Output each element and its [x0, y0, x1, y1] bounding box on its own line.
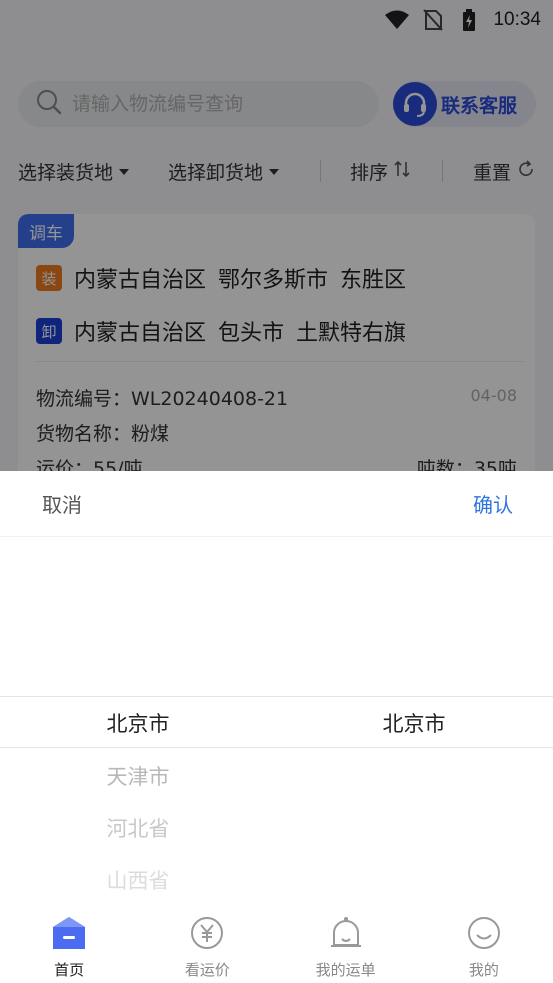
yuan-icon [189, 915, 225, 955]
tab-home-label: 首页 [54, 961, 85, 979]
tab-freight-rates[interactable]: 看运价 [138, 905, 276, 983]
tab-freight-rates-label: 看运价 [184, 961, 230, 979]
smile-icon [466, 915, 502, 955]
province-option-selected[interactable]: 北京市 [0, 708, 276, 738]
tab-my-waybills[interactable]: 我的运单 [277, 905, 415, 983]
region-picker-sheet: 取消 确认 北京市 天津市 河北省 山西省 北京市 [0, 471, 553, 905]
tab-profile-label: 我的 [468, 961, 499, 979]
home-icon [51, 915, 87, 955]
tab-home[interactable]: 首页 [0, 905, 138, 983]
province-option[interactable]: 河北省 [0, 813, 276, 843]
tab-my-waybills-label: 我的运单 [315, 961, 376, 979]
modal-overlay[interactable] [0, 0, 553, 471]
province-option[interactable]: 天津市 [0, 761, 276, 791]
city-option-selected[interactable]: 北京市 [276, 708, 552, 738]
province-column[interactable]: 北京市 天津市 河北省 山西省 [0, 471, 276, 905]
tab-profile[interactable]: 我的 [415, 905, 553, 983]
bottom-tab-bar: 首页 看运价 我的运单 我的 [0, 905, 553, 983]
bell-icon [328, 915, 364, 955]
city-column[interactable]: 北京市 [276, 471, 552, 905]
province-option[interactable]: 山西省 [0, 865, 276, 895]
